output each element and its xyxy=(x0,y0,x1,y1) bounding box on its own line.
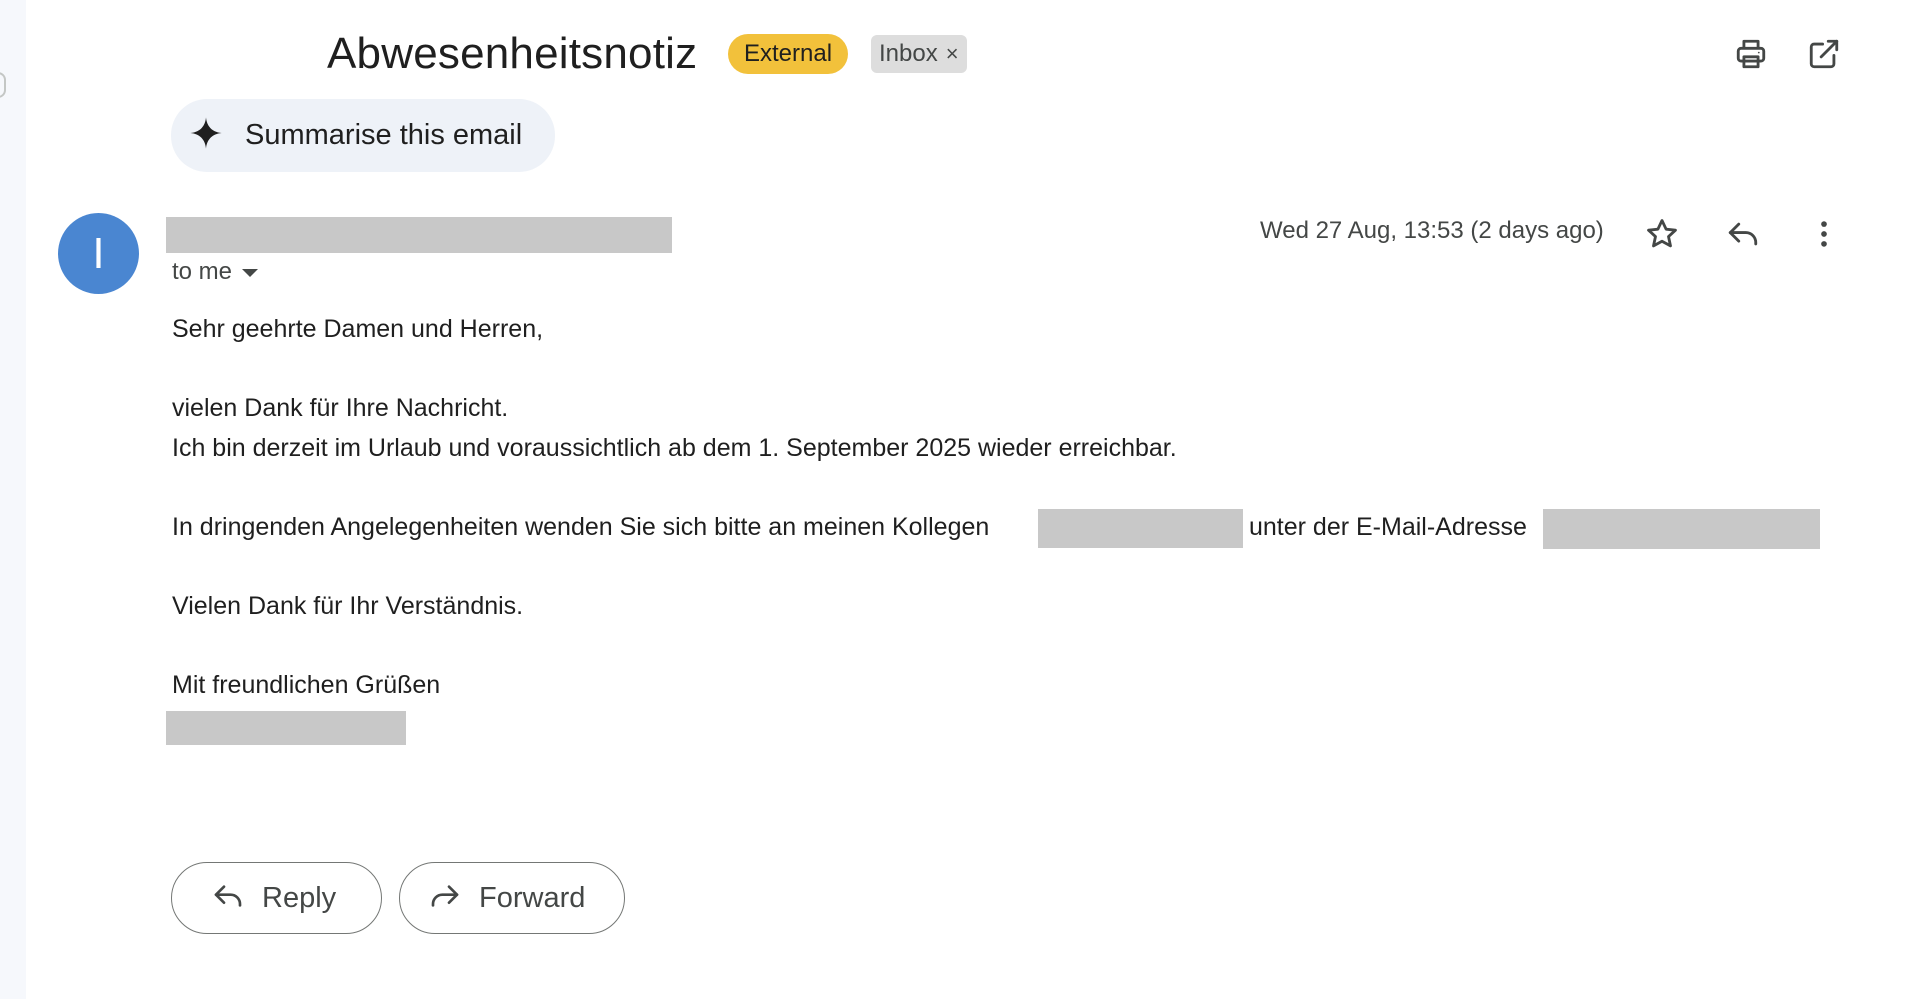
reply-icon[interactable] xyxy=(1721,212,1765,256)
email-subject: Abwesenheitsnotiz xyxy=(327,29,698,78)
body-line-part: unter der E-Mail-Adresse xyxy=(1249,513,1527,541)
sparkle-icon xyxy=(189,116,223,155)
inbox-label-chip[interactable]: Inbox × xyxy=(871,35,967,73)
body-greeting: Sehr geehrte Damen und Herren, xyxy=(172,315,544,343)
body-line: Vielen Dank für Ihr Verständnis. xyxy=(172,592,524,620)
body-line: Ich bin derzeit im Urlaub und voraussich… xyxy=(172,434,1177,462)
forward-icon xyxy=(429,880,461,917)
open-in-new-window-icon[interactable] xyxy=(1804,34,1844,74)
chevron-down-icon xyxy=(242,269,259,277)
more-vertical-icon[interactable] xyxy=(1802,212,1846,256)
body-line: vielen Dank für Ihre Nachricht. xyxy=(172,394,509,422)
body-closing: Mit freundlichen Grüßen xyxy=(172,671,441,699)
email-address-redacted xyxy=(1543,509,1820,549)
body-line-part: In dringenden Angelegenheiten wenden Sie… xyxy=(172,513,990,541)
collapsed-panel-handle[interactable] xyxy=(0,72,6,98)
recipient-details-toggle[interactable]: to me xyxy=(172,258,259,286)
remove-label-icon[interactable]: × xyxy=(946,35,959,73)
email-view: Abwesenheitsnotiz External Inbox × Summa… xyxy=(26,0,1920,999)
forward-button[interactable]: Forward xyxy=(399,862,625,934)
left-edge xyxy=(0,0,26,999)
external-badge: External xyxy=(728,34,849,74)
reply-icon xyxy=(212,880,244,917)
reply-label: Reply xyxy=(262,881,337,914)
print-icon[interactable] xyxy=(1731,34,1771,74)
inbox-label-text: Inbox xyxy=(879,40,938,67)
reply-button[interactable]: Reply xyxy=(171,862,382,934)
colleague-name-redacted xyxy=(1038,509,1243,548)
summarise-label: Summarise this email xyxy=(245,119,523,151)
star-icon[interactable] xyxy=(1640,212,1684,256)
signature-redacted xyxy=(166,711,406,745)
summarise-email-button[interactable]: Summarise this email xyxy=(171,99,555,172)
sender-name-redacted xyxy=(166,217,672,253)
email-date: Wed 27 Aug, 13:53 (2 days ago) xyxy=(1260,217,1604,244)
forward-label: Forward xyxy=(479,881,586,914)
recipient-label: to me xyxy=(172,258,233,285)
sender-avatar[interactable]: I xyxy=(58,213,139,294)
